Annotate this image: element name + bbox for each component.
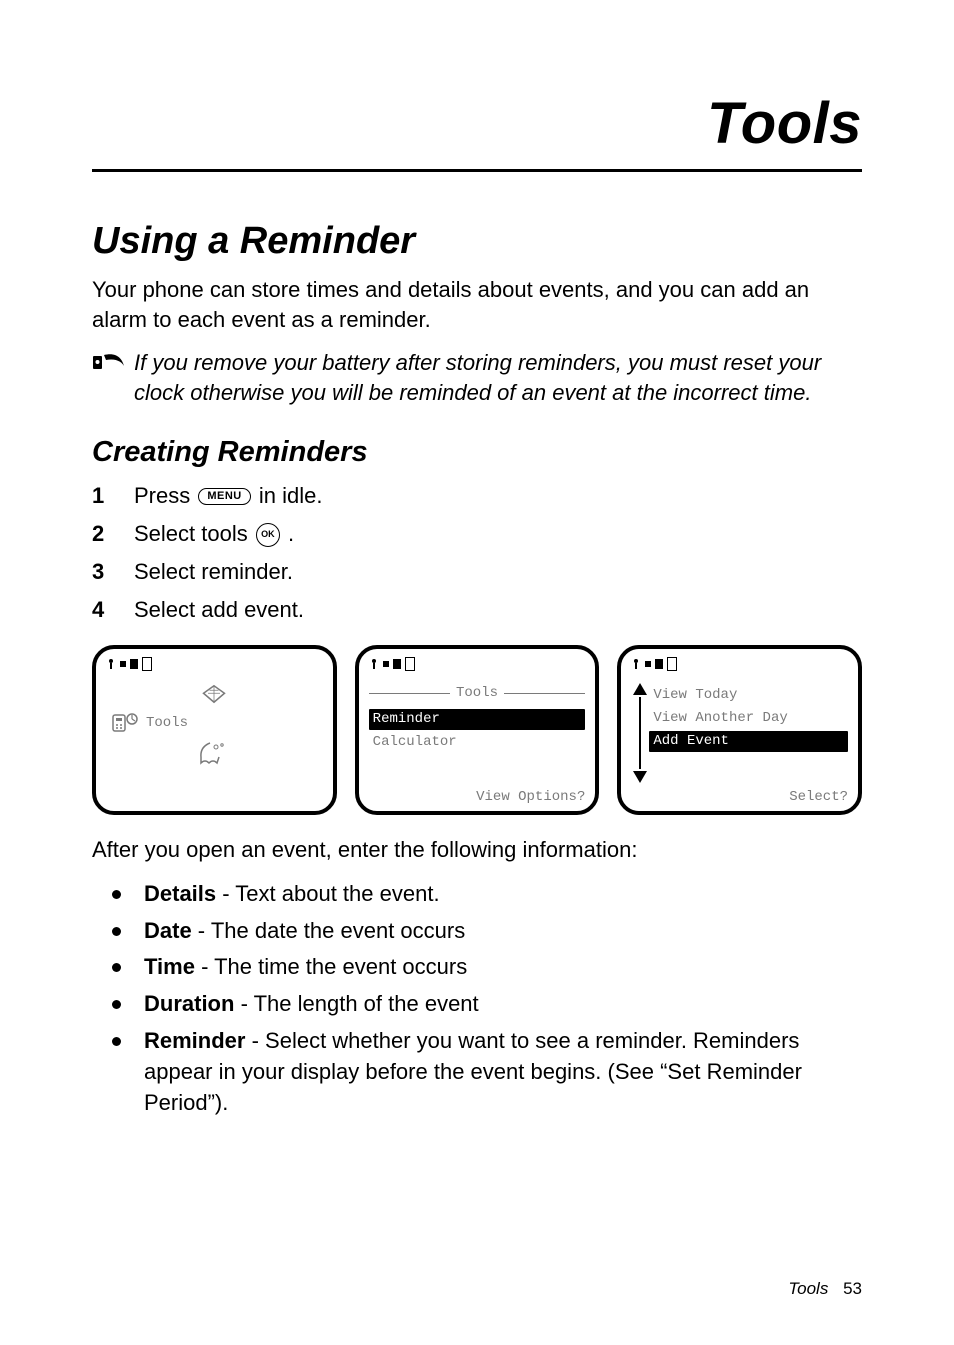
bullet-date-desc: - The date the event occurs	[192, 918, 466, 943]
bullet-duration-desc: - The length of the event	[234, 991, 478, 1016]
bullet-time: Time - The time the event occurs	[92, 952, 862, 983]
scroll-indicator	[631, 677, 649, 805]
note-text: If you remove your battery after storing…	[134, 348, 862, 407]
phone-screen-1: Tools	[92, 645, 337, 815]
step-3: Select reminder.	[92, 555, 862, 589]
tools-icon	[110, 711, 138, 735]
note-icon	[92, 352, 126, 376]
step-2: Select tools OK .	[92, 517, 862, 551]
status-bar	[631, 657, 848, 671]
battery-bar-2	[130, 659, 138, 669]
section-title: Using a Reminder	[92, 220, 862, 263]
arrow-up-icon	[633, 683, 647, 695]
step-1-text-a: Press	[134, 483, 196, 508]
step-1: Press MENU in idle.	[92, 479, 862, 513]
bullet-duration-term: Duration	[144, 991, 234, 1016]
bullet-details: Details - Text about the event.	[92, 879, 862, 910]
menu-key-icon: MENU	[198, 488, 250, 505]
bullet-details-desc: - Text about the event.	[216, 881, 439, 906]
screenshots-row: Tools Tools	[92, 645, 862, 815]
step-4: Select add event.	[92, 593, 862, 627]
screen2-item-reminder: Reminder	[369, 709, 586, 730]
screen3-item-add-event: Add Event	[649, 731, 848, 752]
screen3-softkey: Select?	[789, 789, 848, 805]
after-paragraph: After you open an event, enter the follo…	[92, 835, 862, 865]
screen2-softkey: View Options?	[476, 789, 585, 805]
screen2-title-text: Tools	[450, 685, 504, 701]
screen2-title: Tools	[369, 685, 586, 701]
phone-screen-3: View Today View Another Day Add Event Se…	[617, 645, 862, 815]
phone-screen-2: Tools Reminder Calculator View Options?	[355, 645, 600, 815]
bullet-time-term: Time	[144, 954, 195, 979]
steps-list: Press MENU in idle. Select tools OK . Se…	[92, 479, 862, 627]
status-bar	[369, 657, 586, 671]
bullet-date-term: Date	[144, 918, 192, 943]
bullet-time-desc: - The time the event occurs	[195, 954, 467, 979]
signal-icon	[106, 658, 116, 670]
footer-label: Tools	[788, 1279, 828, 1298]
subsection-title: Creating Reminders	[92, 436, 862, 469]
battery-bar-2	[393, 659, 401, 669]
ok-key-icon: OK	[256, 523, 280, 547]
field-list: Details - Text about the event. Date - T…	[92, 879, 862, 1119]
bullet-details-term: Details	[144, 881, 216, 906]
step-2-text-a: Select tools	[134, 521, 254, 546]
bullet-date: Date - The date the event occurs	[92, 916, 862, 947]
carousel-bottom-icon	[197, 741, 231, 767]
battery-bar-1	[383, 661, 389, 667]
carousel-top-icon	[199, 683, 229, 705]
screen2-item-calculator: Calculator	[369, 732, 586, 753]
battery-bar-1	[120, 661, 126, 667]
signal-icon	[369, 658, 379, 670]
note: If you remove your battery after storing…	[92, 348, 862, 407]
battery-bar-3	[142, 657, 152, 671]
footer-page-number: 53	[843, 1279, 862, 1298]
intro-paragraph: Your phone can store times and details a…	[92, 275, 862, 334]
screen3-item-view-today: View Today	[649, 685, 848, 706]
arrow-down-icon	[633, 771, 647, 783]
status-bar	[106, 657, 323, 671]
battery-bar-1	[645, 661, 651, 667]
step-1-text-b: in idle.	[259, 483, 323, 508]
chapter-title: Tools	[92, 90, 862, 172]
bullet-reminder: Reminder - Select whether you want to se…	[92, 1026, 862, 1118]
bullet-reminder-term: Reminder	[144, 1028, 245, 1053]
battery-bar-3	[405, 657, 415, 671]
bullet-duration: Duration - The length of the event	[92, 989, 862, 1020]
battery-bar-3	[667, 657, 677, 671]
battery-bar-2	[655, 659, 663, 669]
screen1-tools-label: Tools	[146, 715, 188, 731]
screen3-item-view-another-day: View Another Day	[649, 708, 848, 729]
step-2-text-b: .	[288, 521, 294, 546]
page-footer: Tools 53	[788, 1279, 862, 1299]
signal-icon	[631, 658, 641, 670]
